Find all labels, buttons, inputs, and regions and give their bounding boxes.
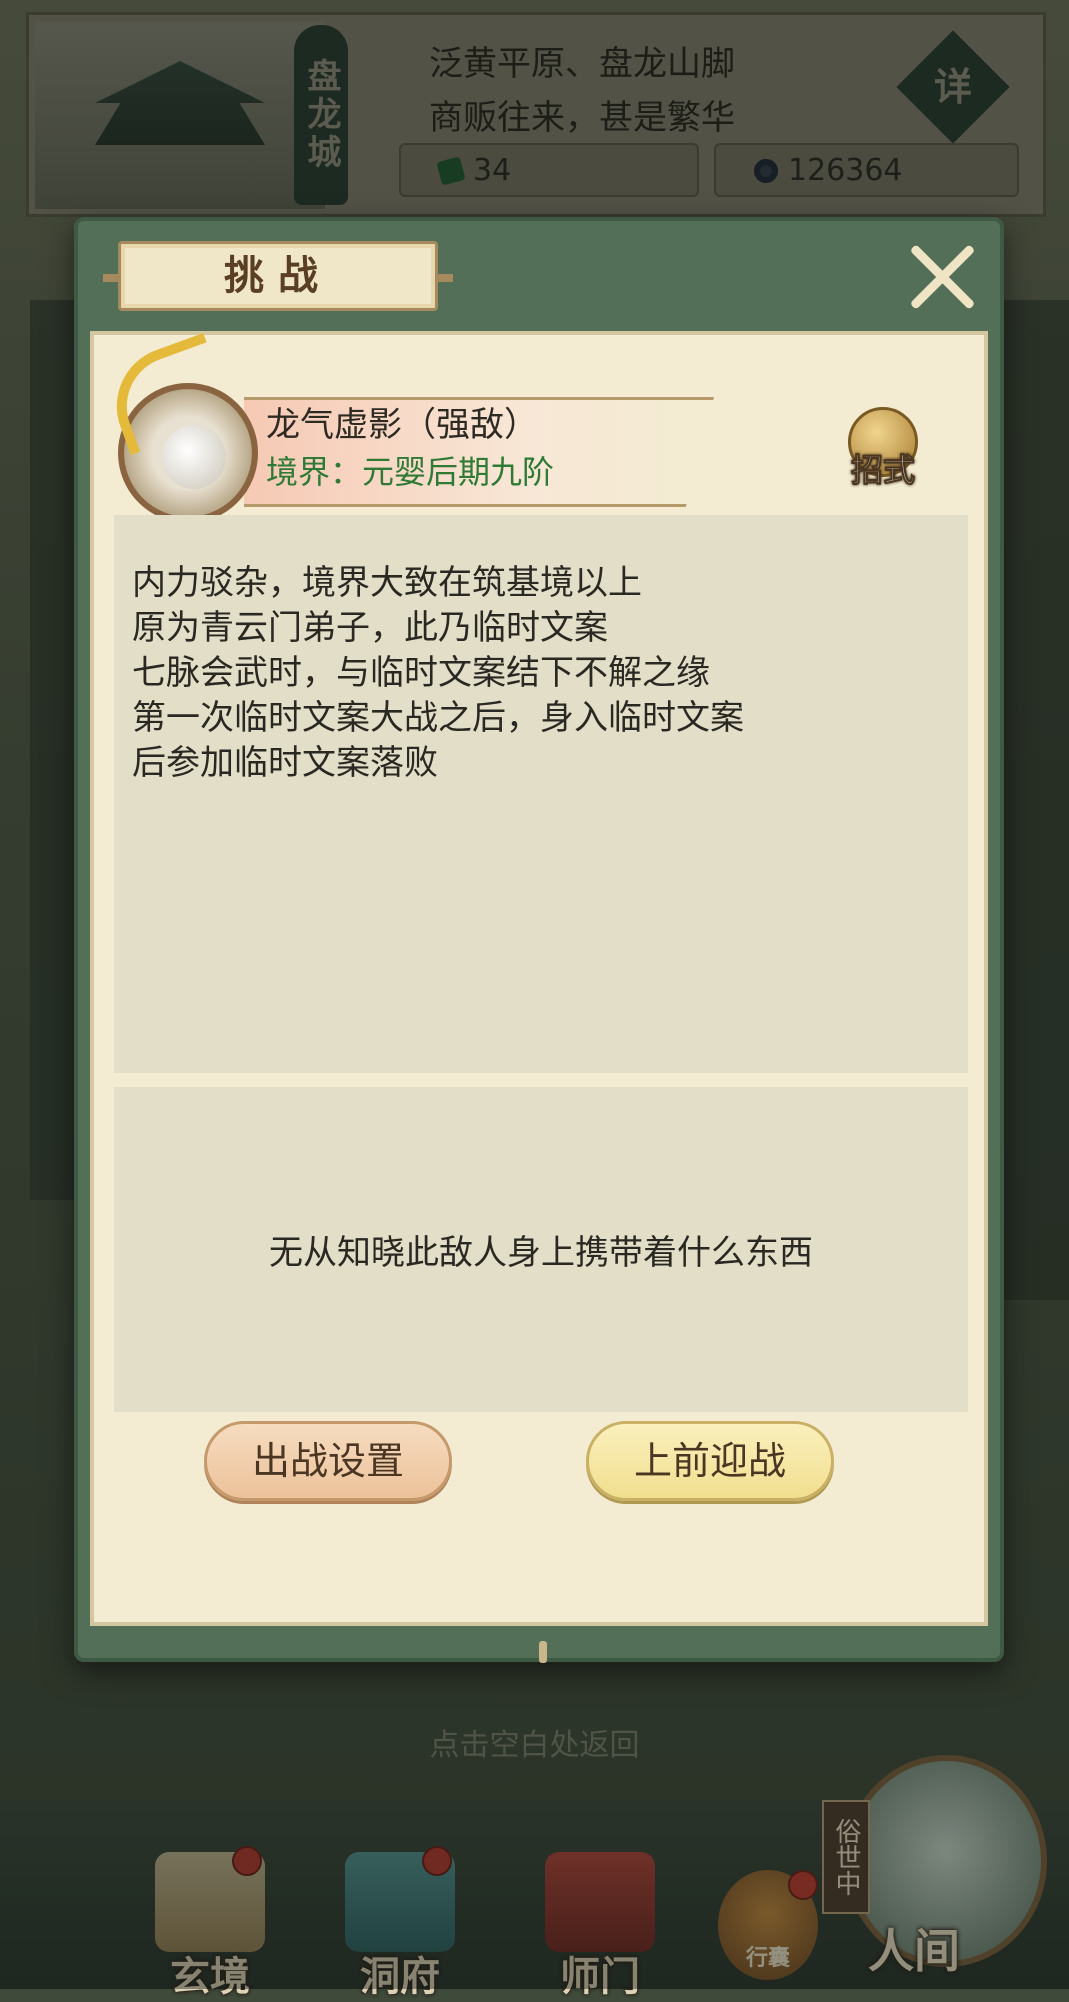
challenge-dialog: 挑战 龙气虚影（强敌） 境界：元婴后期九阶 招式 内力驳杂，境界大致在筑基境以上… [74, 217, 1004, 1663]
description-line: 后参加临时文案落败 [132, 743, 438, 783]
dialog-bottom-ornament [539, 1641, 547, 1663]
description-line: 七脉会武时，与临时文案结下不解之缘 [132, 653, 710, 693]
description-line: 原为青云门弟子，此乃临时文案 [132, 608, 608, 648]
close-icon[interactable] [906, 241, 978, 313]
battle-setup-button[interactable]: 出战设置 [204, 1421, 452, 1501]
enemy-realm: 境界：元婴后期九阶 [266, 453, 555, 491]
plaque-ornament [103, 274, 119, 282]
fight-button[interactable]: 上前迎战 [586, 1421, 834, 1501]
dialog-title: 挑战 [224, 253, 332, 299]
loot-text: 无从知晓此敌人身上携带着什么东西 [269, 1233, 813, 1273]
enemy-description-box: 内力驳杂，境界大致在筑基境以上 原为青云门弟子，此乃临时文案 七脉会武时，与临时… [114, 515, 968, 1073]
enemy-name: 龙气虚影（强敌） [266, 405, 538, 445]
skill-label: 招式 [850, 451, 915, 490]
tap-to-return-hint: 点击空白处返回 [429, 1728, 640, 1763]
plaque-ornament [437, 274, 453, 282]
loot-box: 无从知晓此敌人身上携带着什么东西 [114, 1087, 968, 1412]
dialog-content: 龙气虚影（强敌） 境界：元婴后期九阶 招式 内力驳杂，境界大致在筑基境以上 原为… [90, 331, 988, 1626]
dialog-title-plaque: 挑战 [103, 241, 453, 311]
description-line: 内力驳杂，境界大致在筑基境以上 [132, 563, 642, 603]
skill-button[interactable]: 招式 [838, 407, 928, 497]
enemy-portrait [99, 332, 258, 523]
dragon-face [162, 425, 226, 489]
description-line: 第一次临时文案大战之后，身入临时文案 [132, 698, 744, 738]
